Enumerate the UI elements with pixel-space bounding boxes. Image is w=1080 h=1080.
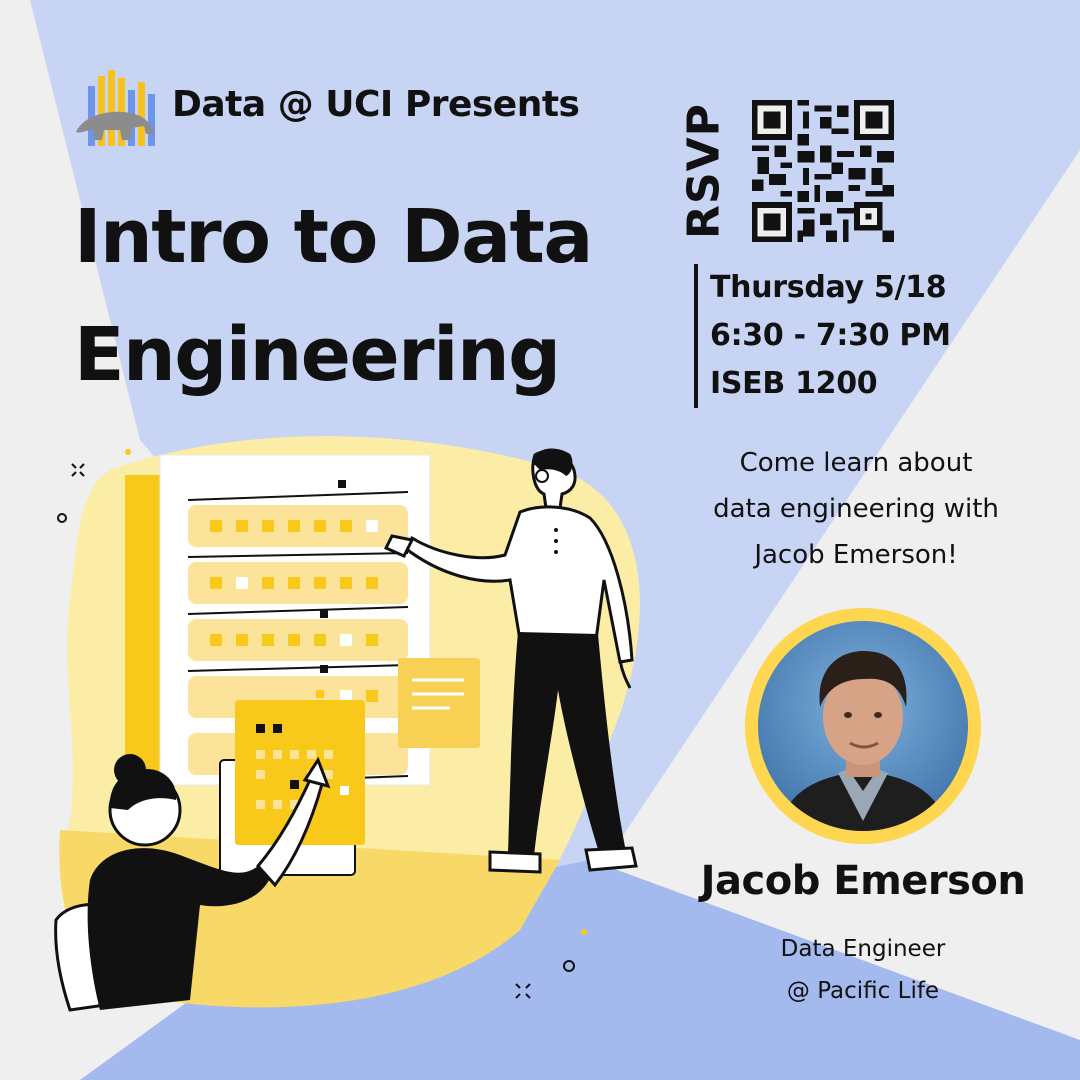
speaker-name: Jacob Emerson — [700, 858, 1026, 904]
rsvp-label: RSVP — [678, 103, 730, 239]
data-dashboard-illustration — [54, 436, 640, 1012]
event-description: Come learn about data engineering with J… — [700, 440, 1012, 578]
presents-heading: Data @ UCI Presents — [172, 84, 580, 125]
speaker-role-line-2: @ Pacific Life — [786, 978, 940, 1004]
title-line-1: Intro to Data — [74, 194, 593, 280]
speaker-photo — [758, 621, 968, 831]
speaker-role: Data Engineer @ Pacific Life — [700, 928, 1026, 1012]
data-uci-logo — [76, 70, 155, 146]
event-location: ISEB 1200 — [710, 366, 878, 401]
title-line-2: Engineering — [74, 312, 561, 398]
event-date: Thursday 5/18 — [710, 270, 947, 305]
event-time: 6:30 - 7:30 PM — [710, 318, 951, 353]
description-line-3: Jacob Emerson! — [754, 540, 958, 570]
speaker-role-line-1: Data Engineer — [780, 936, 946, 962]
description-line-1: Come learn about — [739, 448, 973, 478]
qr-code-icon[interactable] — [752, 100, 894, 242]
event-title: Intro to Data Engineering — [74, 178, 593, 414]
event-details: Thursday 5/18 6:30 - 7:30 PM ISEB 1200 — [694, 264, 951, 408]
description-line-2: data engineering with — [713, 494, 999, 524]
